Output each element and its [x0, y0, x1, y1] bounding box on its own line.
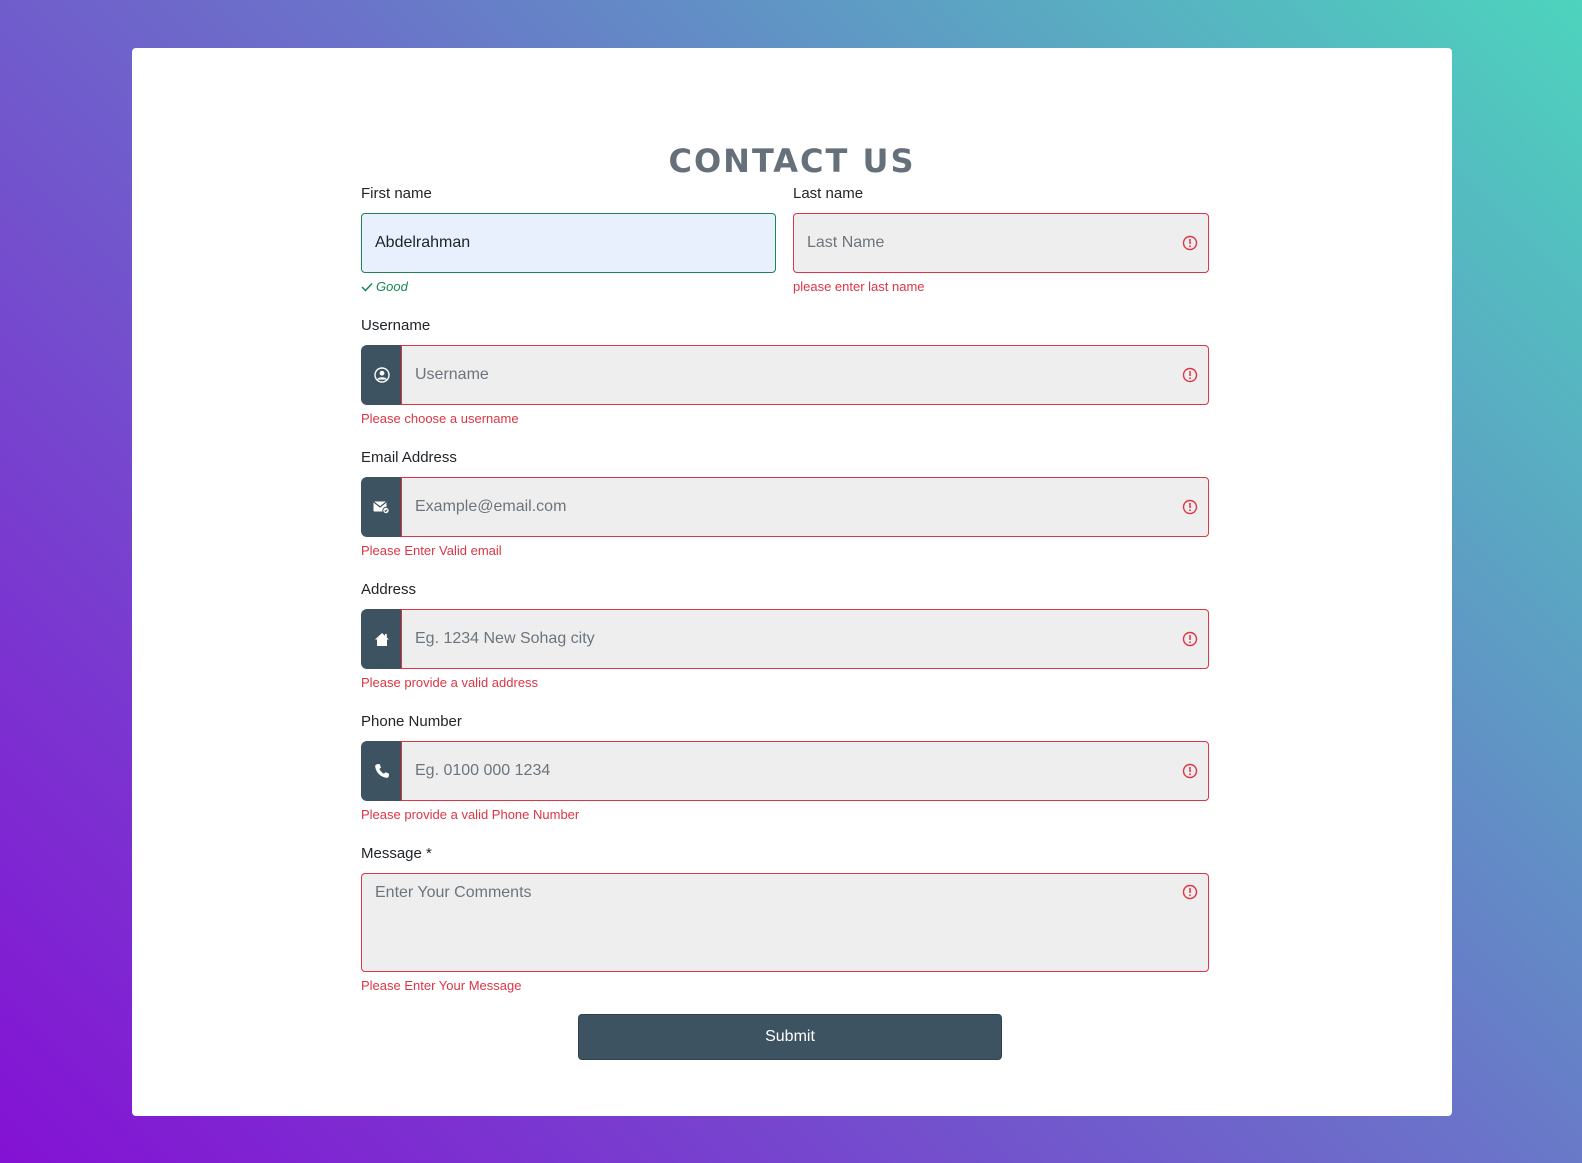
address-feedback: Please provide a valid address	[361, 675, 539, 690]
message-group: Message *	[361, 843, 432, 865]
address-group: Address	[361, 579, 416, 601]
username-group: Username	[361, 315, 430, 337]
envelope-icon	[373, 501, 390, 514]
last-name-group: Last name	[793, 183, 863, 205]
username-label: Username	[361, 317, 431, 334]
page-title: CONTACT US	[668, 142, 916, 180]
email-feedback: Please Enter Valid email	[361, 543, 502, 558]
address-input[interactable]: Eg. 1234 New Sohag city	[401, 609, 1209, 669]
first-name-label: First name	[361, 185, 432, 202]
username-addon	[361, 345, 402, 405]
phone-icon	[374, 764, 389, 778]
message-textarea[interactable]: Enter Your Comments	[361, 873, 1209, 972]
submit-button[interactable]: Submit	[578, 1014, 1002, 1060]
email-group: Email Address	[361, 447, 457, 469]
phone-feedback: Please provide a valid Phone Number	[361, 807, 580, 822]
last-name-label: Last name	[793, 185, 864, 202]
check-icon	[361, 282, 373, 292]
phone-input[interactable]: Eg. 0100 000 1234	[401, 741, 1209, 801]
last-name-placeholder: Last Name	[807, 234, 885, 251]
last-name-feedback: please enter last name	[793, 279, 925, 294]
username-placeholder: Username	[415, 366, 489, 383]
first-name-feedback: Good	[361, 278, 408, 296]
message-label: Message *	[361, 845, 432, 862]
phone-group: Phone Number	[361, 711, 462, 733]
first-name-feedback-text: Good	[376, 279, 408, 294]
message-placeholder: Enter Your Comments	[375, 884, 532, 901]
address-addon	[361, 609, 402, 669]
first-name-group: First name	[361, 183, 432, 205]
error-icon	[1182, 235, 1198, 251]
error-icon	[1182, 499, 1198, 515]
email-addon	[361, 477, 402, 537]
user-circle-icon	[373, 367, 390, 383]
message-feedback: Please Enter Your Message	[361, 978, 522, 993]
error-icon	[1182, 367, 1198, 383]
phone-placeholder: Eg. 0100 000 1234	[415, 762, 551, 779]
error-icon	[1182, 884, 1198, 900]
last-name-input[interactable]: Last Name	[793, 213, 1209, 273]
contact-card: CONTACT US First name Abdelrahman Good L…	[132, 48, 1452, 1116]
username-input[interactable]: Username	[401, 345, 1209, 405]
address-placeholder: Eg. 1234 New Sohag city	[415, 630, 595, 647]
error-icon	[1182, 631, 1198, 647]
username-feedback: Please choose a username	[361, 411, 519, 426]
error-icon	[1182, 763, 1198, 779]
address-label: Address	[361, 581, 417, 598]
email-placeholder: Example@email.com	[415, 498, 567, 515]
home-icon	[374, 632, 389, 646]
phone-addon	[361, 741, 402, 801]
first-name-value: Abdelrahman	[375, 234, 471, 251]
email-label: Email Address	[361, 449, 457, 466]
first-name-input[interactable]: Abdelrahman	[361, 213, 776, 273]
email-input[interactable]: Example@email.com	[401, 477, 1209, 537]
phone-label: Phone Number	[361, 713, 462, 730]
